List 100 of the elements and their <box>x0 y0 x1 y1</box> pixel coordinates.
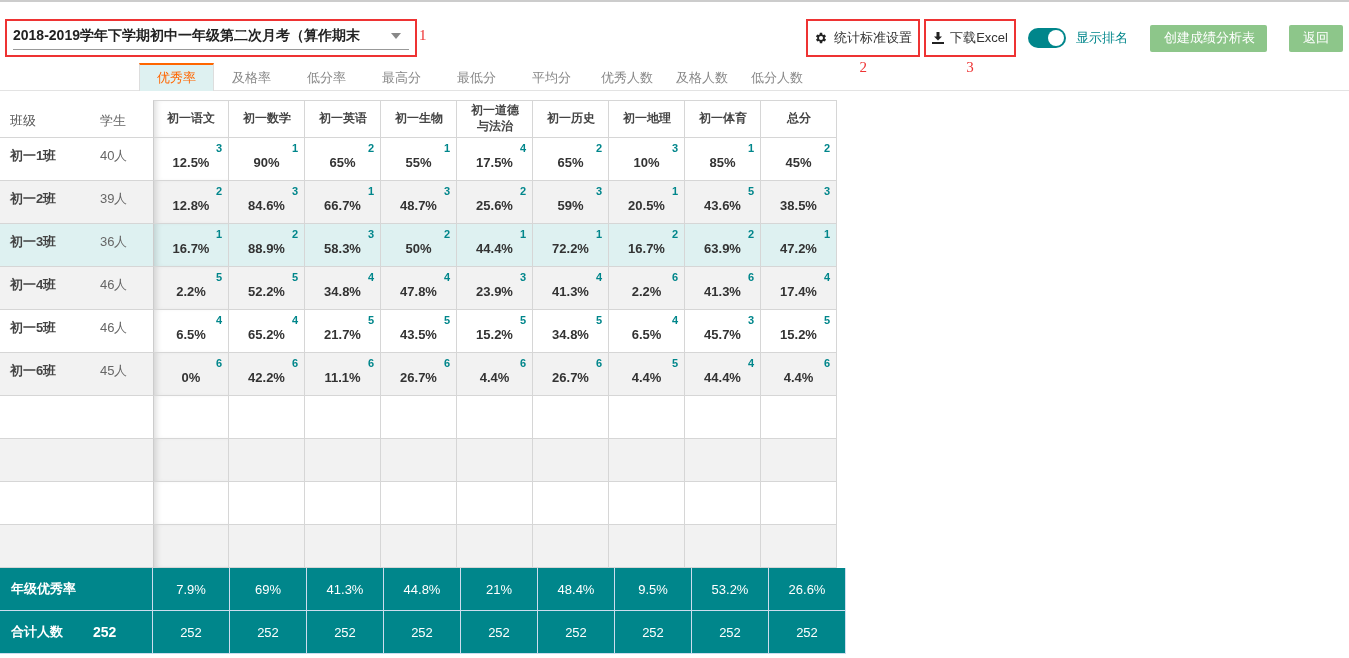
rank-number: 2 <box>443 228 450 240</box>
table-cell: 16.7% 2 <box>609 224 685 267</box>
rank-number: 6 <box>291 357 298 369</box>
table-cell: 2.2% 5 <box>153 267 229 310</box>
table-cell: 12.8% 2 <box>153 181 229 224</box>
table-cell: 69% <box>230 568 307 611</box>
table-cell: 4.4% 6 <box>761 353 837 396</box>
table-cell: 17.4% 4 <box>761 267 837 310</box>
rank-number: 1 <box>215 228 222 240</box>
rank-number: 4 <box>595 271 602 283</box>
column-header: 初一生物 <box>381 100 457 138</box>
table-cell: 4.4% 6 <box>457 353 533 396</box>
rank-number: 2 <box>367 142 374 154</box>
table-cell: 初一4班 <box>0 267 100 310</box>
table-cell: 39人 <box>100 181 153 224</box>
rank-number: 4 <box>519 142 526 154</box>
rank-number: 1 <box>823 228 830 240</box>
rank-number: 2 <box>823 142 830 154</box>
rank-number: 6 <box>519 357 526 369</box>
tab[interactable]: 优秀率 <box>139 63 214 91</box>
rank-number: 2 <box>215 185 222 197</box>
column-header: 学生 <box>100 100 153 138</box>
column-header: 初一历史 <box>533 100 609 138</box>
rank-number: 3 <box>291 185 298 197</box>
table-cell: 41.3% 6 <box>685 267 761 310</box>
table-cell: 252 <box>384 611 461 654</box>
rank-number: 3 <box>367 228 374 240</box>
rank-number: 6 <box>747 271 754 283</box>
table-cell: 46人 <box>100 267 153 310</box>
table-cell: 48.7% 3 <box>381 181 457 224</box>
rank-number: 3 <box>215 142 222 154</box>
table-cell: 年级优秀率 <box>0 568 153 611</box>
rank-number: 2 <box>519 185 526 197</box>
column-header: 初一地理 <box>609 100 685 138</box>
rank-number: 5 <box>215 271 222 283</box>
rank-number: 1 <box>443 142 450 154</box>
table-cell: 21% <box>461 568 538 611</box>
table-cell: 初一2班 <box>0 181 100 224</box>
table-cell: 72.2% 1 <box>533 224 609 267</box>
table-cell: 41.3% 4 <box>533 267 609 310</box>
annotation-number: 2 <box>859 59 867 76</box>
column-header: 班级 <box>0 100 100 138</box>
table-cell: 52.2% 5 <box>229 267 305 310</box>
action-button[interactable]: 创建成绩分析表 <box>1150 24 1267 52</box>
rank-number: 3 <box>747 314 754 326</box>
settings-button[interactable]: 统计标准设置 <box>812 23 915 53</box>
rank-number: 5 <box>519 314 526 326</box>
rank-number: 4 <box>747 357 754 369</box>
table-cell: 252 <box>538 611 615 654</box>
rank-number: 4 <box>443 271 450 283</box>
table-cell: 0% 6 <box>153 353 229 396</box>
rank-number: 5 <box>823 314 830 326</box>
rank-number: 5 <box>367 314 374 326</box>
table-cell: 11.1% 6 <box>305 353 381 396</box>
rank-number: 2 <box>747 228 754 240</box>
table-cell: 44.8% <box>384 568 461 611</box>
annotation-number: 3 <box>966 59 974 76</box>
table-cell: 4.4% 5 <box>609 353 685 396</box>
settings-icon <box>814 31 829 45</box>
table-cell: 252 <box>461 611 538 654</box>
rank-number: 3 <box>823 185 830 197</box>
table-cell: 84.6% 3 <box>229 181 305 224</box>
annotation-number: 1 <box>419 27 427 44</box>
table-cell: 47.8% 4 <box>381 267 457 310</box>
rank-number: 4 <box>823 271 830 283</box>
table-cell: 48.4% <box>538 568 615 611</box>
rank-number: 1 <box>291 142 298 154</box>
rank-number: 4 <box>671 314 678 326</box>
rank-number: 2 <box>291 228 298 240</box>
table-cell: 66.7% 1 <box>305 181 381 224</box>
rank-number: 2 <box>671 228 678 240</box>
table-cell: 44.4% 1 <box>457 224 533 267</box>
toggle-label: 显示排名 <box>1076 29 1128 47</box>
caret-icon <box>391 33 401 39</box>
table-cell: 25.6% 2 <box>457 181 533 224</box>
download-button[interactable]: 下载Excel <box>930 23 1010 53</box>
table-cell: 7.9% <box>153 568 230 611</box>
table-cell: 53.2% <box>692 568 769 611</box>
exam-select[interactable]: 2018-2019学年下学期初中一年级第二次月考（算作期末 <box>13 24 409 50</box>
toggle-switch[interactable] <box>1028 28 1066 48</box>
table-cell: 26.7% 6 <box>533 353 609 396</box>
table-cell: 252 <box>230 611 307 654</box>
action-button[interactable]: 返回 <box>1289 24 1343 52</box>
table-cell: 初一3班 <box>0 224 100 267</box>
table-cell: 34.8% 4 <box>305 267 381 310</box>
rank-number: 4 <box>367 271 374 283</box>
table-cell: 252 <box>307 611 384 654</box>
table-cell: 47.2% 1 <box>761 224 837 267</box>
table-cell: 20.5% 1 <box>609 181 685 224</box>
rank-number: 5 <box>595 314 602 326</box>
table-cell: 初一6班 <box>0 353 100 396</box>
table-cell: 63.9% 2 <box>685 224 761 267</box>
column-header: 初一数学 <box>229 100 305 138</box>
rank-number: 4 <box>215 314 222 326</box>
rank-number: 1 <box>747 142 754 154</box>
table-cell: 42.2% 6 <box>229 353 305 396</box>
footer-label: 合计人数 <box>11 623 63 641</box>
table-cell: 23.9% 3 <box>457 267 533 310</box>
table-cell: 16.7% 1 <box>153 224 229 267</box>
table-cell: 26.6% <box>769 568 846 611</box>
